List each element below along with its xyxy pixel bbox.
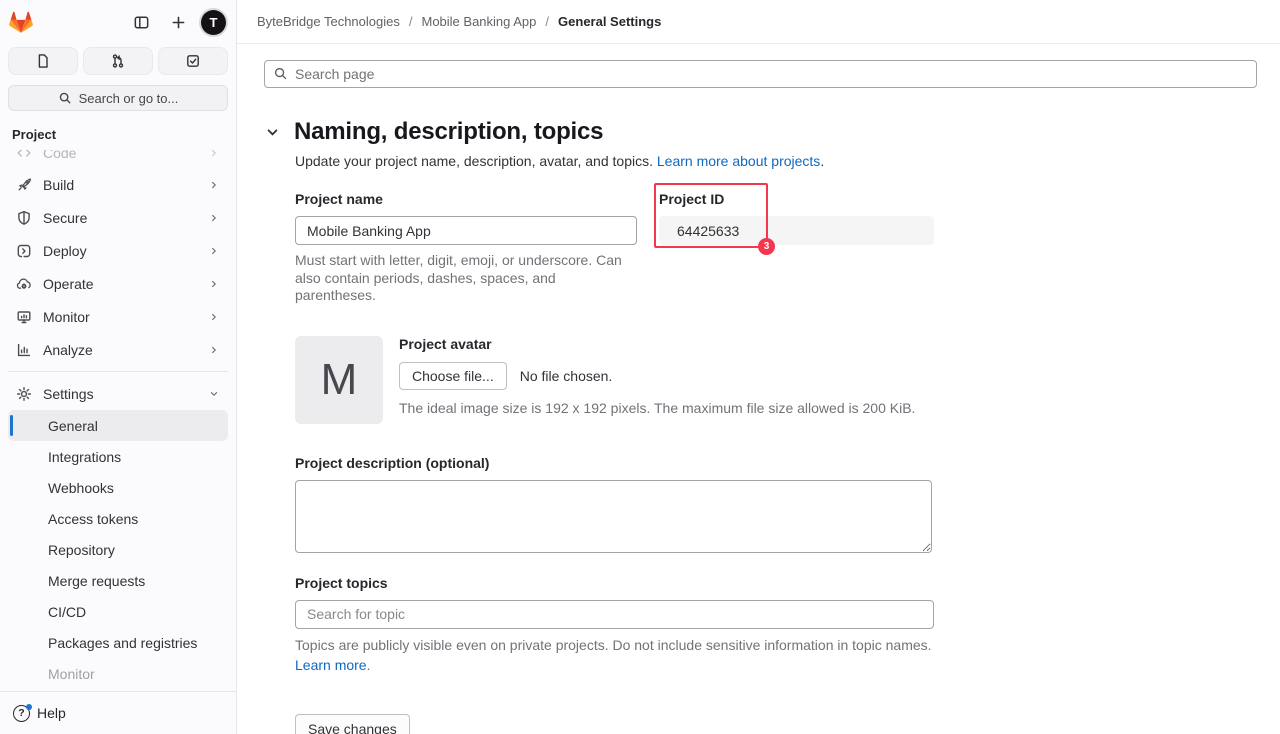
project-description-textarea[interactable] [295,480,932,553]
project-avatar: M [295,336,383,424]
sidebar-divider [8,371,228,372]
sidebar-subitem-cicd[interactable]: CI/CD [8,596,228,627]
create-new-button[interactable] [164,8,192,36]
project-name-help: Must start with letter, digit, emoji, or… [295,252,637,305]
sidebar-item-monitor[interactable]: Monitor [8,300,228,333]
merge-request-icon [110,53,126,69]
shield-icon [16,210,32,226]
project-description-label: Project description (optional) [295,455,934,471]
sidebar-subitem-general[interactable]: General [8,410,228,441]
chevron-right-icon [208,245,220,257]
settings-content: Naming, description, topics Update your … [237,44,1280,734]
section-title: Naming, description, topics [294,118,603,146]
project-id-input[interactable] [659,216,934,245]
search-or-go-to[interactable]: Search or go to... [8,85,228,111]
chevron-right-icon [208,344,220,356]
merge-requests-shortcut-button[interactable] [83,47,153,75]
sidebar-item-operate[interactable]: Operate [8,267,228,300]
todo-shortcut-button[interactable] [158,47,228,75]
chevron-right-icon [208,278,220,290]
sidebar-subitem-access-tokens[interactable]: Access tokens [8,503,228,534]
sidebar-header: T [0,0,236,44]
section-header: Naming, description, topics [264,118,1257,146]
issues-icon [35,53,51,69]
sidebar-item-code-clipped[interactable]: Code [8,150,228,166]
sidebar-item-analyze[interactable]: Analyze [8,333,228,366]
gitlab-logo[interactable] [8,9,36,35]
plus-icon [170,14,187,31]
chevron-down-icon [208,388,220,400]
avatar-controls: Project avatar Choose file... No file ch… [399,336,915,424]
sidebar-subitem-repository[interactable]: Repository [8,534,228,565]
sidebar-nav: Code Build [0,150,236,691]
page-search-input[interactable] [264,60,1257,88]
breadcrumb: ByteBridge Technologies / Mobile Banking… [237,0,1280,44]
section-collapse-button[interactable] [264,124,281,141]
project-id-field: Project ID 3 [659,191,934,305]
chevron-right-icon [208,179,220,191]
topics-help-text: Topics are publicly visible even on priv… [295,635,945,675]
user-avatar[interactable]: T [201,10,226,35]
gitlab-app: T [0,0,1280,734]
breadcrumb-project[interactable]: Mobile Banking App [421,14,536,29]
rocket-icon [16,177,32,193]
section-body: Project name Must start with letter, dig… [295,191,934,734]
deploy-icon [16,243,32,259]
search-label: Search or go to... [79,91,179,106]
sidebar-item-build[interactable]: Build [8,168,228,201]
tanuki-icon [8,10,34,34]
chevron-right-icon [208,212,220,224]
project-name-label: Project name [295,191,637,207]
save-changes-button[interactable]: Save changes [295,714,410,734]
sidebar-toggle-icon [133,14,150,31]
help-menu[interactable]: ? Help [0,691,236,734]
cloud-gear-icon [16,276,32,292]
sidebar-shortcuts [0,44,236,85]
avatar-help-text: The ideal image size is 192 x 192 pixels… [399,400,915,416]
help-label: Help [37,705,66,721]
sidebar-subitem-merge-requests[interactable]: Merge requests [8,565,228,596]
learn-more-projects-link[interactable]: Learn more about projects [657,153,820,169]
project-id-label: Project ID [659,191,934,207]
project-avatar-section: M Project avatar Choose file... No file … [295,336,934,424]
project-topics-input[interactable] [295,600,934,629]
sidebar-subitem-monitor[interactable]: Monitor [8,658,228,689]
breadcrumb-group[interactable]: ByteBridge Technologies [257,14,400,29]
sidebar-subitem-integrations[interactable]: Integrations [8,441,228,472]
search-icon [273,66,288,81]
gear-icon [16,386,32,402]
project-avatar-label: Project avatar [399,336,915,352]
project-name-input[interactable] [295,216,637,245]
sidebar-subitem-webhooks[interactable]: Webhooks [8,472,228,503]
todo-check-icon [185,53,201,69]
project-name-field: Project name Must start with letter, dig… [295,191,637,305]
project-topics-label: Project topics [295,575,934,591]
sidebar-item-settings[interactable]: Settings [8,377,228,410]
chart-icon [16,342,32,358]
sidebar-subitem-packages[interactable]: Packages and registries [8,627,228,658]
sidebar: T [0,0,237,734]
breadcrumb-separator: / [545,14,549,29]
sidebar-item-deploy[interactable]: Deploy [8,234,228,267]
main-area: ByteBridge Technologies / Mobile Banking… [237,0,1280,734]
section-description: Update your project name, description, a… [295,153,1257,169]
name-id-row: Project name Must start with letter, dig… [295,191,934,305]
sidebar-section-label: Project [0,111,236,150]
sidebar-toggle-button[interactable] [127,8,155,36]
sidebar-item-secure[interactable]: Secure [8,201,228,234]
breadcrumb-separator: / [409,14,413,29]
code-icon [16,150,32,161]
help-icon: ? [13,705,30,722]
chevron-down-icon [264,124,281,141]
choose-file-button[interactable]: Choose file... [399,362,507,390]
topics-learn-more-link[interactable]: Learn more [295,657,367,673]
page-search [264,60,1257,88]
monitor-icon [16,309,32,325]
search-icon [58,91,72,105]
chevron-right-icon [208,311,220,323]
issues-shortcut-button[interactable] [8,47,78,75]
no-file-chosen-text: No file chosen. [520,368,613,384]
breadcrumb-current-page: General Settings [558,14,661,29]
chevron-right-icon [208,150,220,159]
